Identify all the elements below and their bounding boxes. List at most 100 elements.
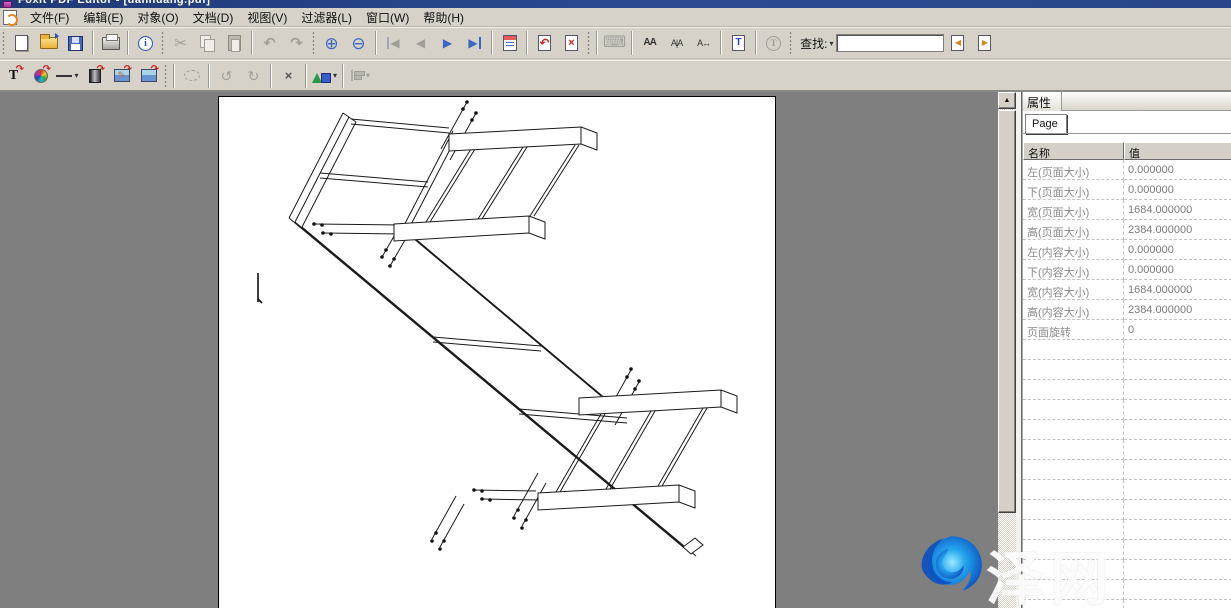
technical-drawing: [219, 97, 777, 608]
property-value: [1124, 400, 1231, 420]
text-scale-button[interactable]: A↔: [691, 31, 716, 56]
menu-window[interactable]: 窗口(W): [359, 8, 416, 27]
property-value[interactable]: 0.000000: [1124, 240, 1231, 260]
property-value[interactable]: 2384.000000: [1124, 220, 1231, 240]
page-tab-strip: Page: [1023, 111, 1231, 134]
property-value[interactable]: 1684.000000: [1124, 200, 1231, 220]
line-style-caret-icon[interactable]: ▾: [74, 71, 78, 80]
scroll-up-button[interactable]: ▲: [998, 92, 1016, 109]
rotate-right-button[interactable]: ↻: [241, 63, 266, 88]
property-value: [1124, 480, 1231, 500]
save-file-button[interactable]: [63, 31, 88, 56]
keyboard-button[interactable]: ⌨: [602, 31, 627, 56]
property-name: [1023, 480, 1124, 500]
property-name: 下(内容大小): [1023, 260, 1124, 280]
print-button[interactable]: [98, 31, 123, 56]
align-objects-caret-icon[interactable]: ▾: [366, 71, 370, 80]
find-history-caret-icon[interactable]: ▾: [829, 39, 833, 48]
property-row-empty: [1023, 520, 1231, 540]
font-substitute-button[interactable]: AA: [637, 31, 662, 56]
toolbar-grip[interactable]: [587, 31, 590, 55]
property-value: [1124, 380, 1231, 400]
toolbar-grip[interactable]: [164, 64, 167, 88]
prev-page-button[interactable]: ◀: [408, 31, 433, 56]
property-name: [1023, 360, 1124, 380]
edit-image-button[interactable]: ✎: [109, 63, 134, 88]
lasso-button[interactable]: [179, 63, 204, 88]
toolbar-grip[interactable]: [312, 31, 315, 55]
last-page-button[interactable]: ▶: [462, 31, 487, 56]
add-color-button[interactable]: [28, 63, 53, 88]
toolbar-separator: [375, 31, 377, 55]
first-page-button[interactable]: ◀: [381, 31, 406, 56]
property-value[interactable]: 0.000000: [1124, 260, 1231, 280]
property-row-7: 高(内容大小)2384.000000: [1023, 300, 1231, 320]
menu-file[interactable]: 文件(F): [23, 8, 76, 27]
find-next-button[interactable]: ▶: [972, 31, 997, 56]
property-name: [1023, 420, 1124, 440]
add-text-button[interactable]: T: [1, 63, 26, 88]
import-page-button[interactable]: ↶: [532, 31, 557, 56]
tab-page[interactable]: Page: [1025, 114, 1067, 134]
menu-filter[interactable]: 过滤器(L): [294, 8, 359, 27]
find-input[interactable]: [836, 34, 944, 52]
paste-button[interactable]: [222, 31, 247, 56]
line-style-button[interactable]: ▾: [55, 63, 80, 88]
cut-button[interactable]: ✂: [168, 31, 193, 56]
kerning-button[interactable]: A|A: [664, 31, 689, 56]
toolbar-grip[interactable]: [789, 31, 792, 55]
menu-document[interactable]: 文档(D): [186, 8, 241, 27]
document-info-button[interactable]: i: [133, 31, 158, 56]
vertical-scrollbar[interactable]: ▲: [998, 92, 1016, 608]
menu-help[interactable]: 帮助(H): [416, 8, 471, 27]
property-value[interactable]: 1684.000000: [1124, 280, 1231, 300]
toolbar-main: i✂↶↷⊕⊖◀◀▶▶↶×⌨AAA|AA↔TT查找:▾◀▶: [0, 27, 1231, 59]
rotate-left-button[interactable]: ↺: [214, 63, 239, 88]
property-value: [1124, 340, 1231, 360]
toolbar-grip[interactable]: [2, 31, 5, 55]
add-image-button[interactable]: [136, 63, 161, 88]
pdf-page[interactable]: [218, 96, 776, 608]
redo-button[interactable]: ↷: [284, 31, 309, 56]
document-menu-icon[interactable]: [3, 10, 17, 25]
property-table: 名称 值 左(页面大小)0.000000下(页面大小)0.000000宽(页面大…: [1023, 142, 1231, 608]
property-value: [1124, 460, 1231, 480]
delete-page-button[interactable]: ×: [559, 31, 584, 56]
align-objects-button[interactable]: ▾: [348, 63, 373, 88]
toolbar-grip[interactable]: [161, 31, 164, 55]
delete-object-button[interactable]: ×: [276, 63, 301, 88]
copy-button[interactable]: [195, 31, 220, 56]
scrollbar-thumb[interactable]: [998, 110, 1016, 513]
shapes-button[interactable]: ▾: [311, 63, 338, 88]
menu-edit[interactable]: 编辑(E): [76, 8, 130, 27]
shapes-caret-icon[interactable]: ▾: [333, 71, 337, 80]
menu-object[interactable]: 对象(O): [130, 8, 185, 27]
property-value[interactable]: 2384.000000: [1124, 300, 1231, 320]
zoom-out-button[interactable]: ⊖: [346, 31, 371, 56]
property-value[interactable]: 0.000000: [1124, 180, 1231, 200]
property-name: [1023, 600, 1124, 608]
property-name: [1023, 380, 1124, 400]
t-circle-button[interactable]: T: [761, 31, 786, 56]
find-prev-button[interactable]: ◀: [945, 31, 970, 56]
zoom-in-button[interactable]: ⊕: [319, 31, 344, 56]
property-value[interactable]: 0: [1124, 320, 1231, 340]
property-name: [1023, 400, 1124, 420]
font-substitute-icon: AA: [643, 38, 655, 48]
next-page-button[interactable]: ▶: [435, 31, 460, 56]
insert-text-button[interactable]: T: [726, 31, 751, 56]
column-header-value[interactable]: 值: [1124, 142, 1231, 160]
new-document-button[interactable]: [9, 31, 34, 56]
menu-view[interactable]: 视图(V): [240, 8, 294, 27]
toolbar-separator: [526, 31, 528, 55]
property-name: [1023, 560, 1124, 580]
tab-properties[interactable]: 属性: [1023, 92, 1062, 111]
rotate-right-icon: ↻: [248, 69, 260, 83]
open-file-button[interactable]: [36, 31, 61, 56]
property-value[interactable]: 0.000000: [1124, 160, 1231, 180]
column-header-name[interactable]: 名称: [1023, 142, 1124, 160]
gradient-fill-button[interactable]: [82, 63, 107, 88]
delete-page-icon: ×: [565, 35, 578, 51]
page-form-button[interactable]: [497, 31, 522, 56]
undo-button[interactable]: ↶: [257, 31, 282, 56]
